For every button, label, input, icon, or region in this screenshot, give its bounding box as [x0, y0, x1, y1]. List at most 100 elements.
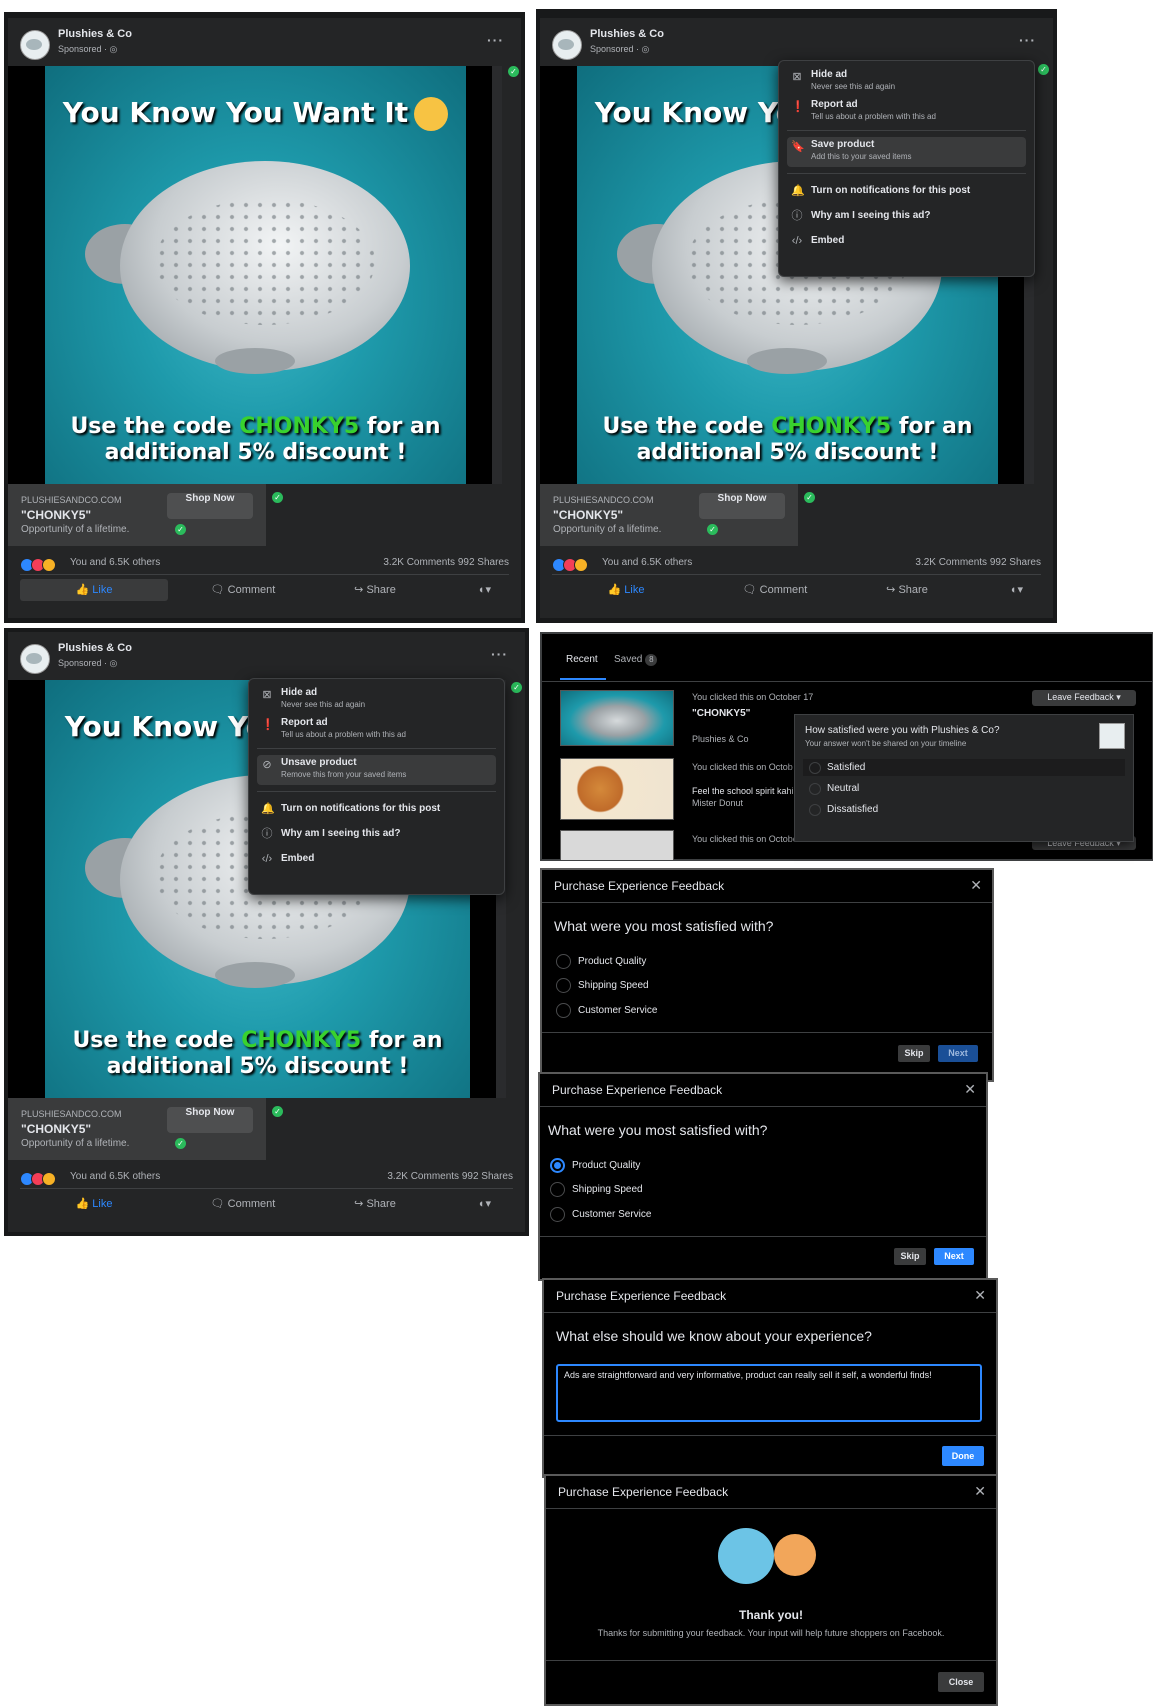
menu-item-report-ad[interactable]: ❗ Report ad Tell us about a problem with t… — [257, 715, 496, 743]
menu-item-save-product[interactable]: 🔖 Save product Add this to your saved item… — [787, 137, 1026, 167]
radio-product-quality[interactable] — [556, 954, 571, 969]
reaction-picker-button[interactable]: ◐▾ — [465, 579, 505, 601]
skip-button[interactable]: Skip — [898, 1045, 930, 1062]
leave-feedback-button[interactable]: Leave Feedback ▾ — [1032, 690, 1136, 706]
option-label[interactable]: Customer Service — [572, 1209, 651, 1220]
shop-now-button[interactable]: Shop Now — [167, 493, 253, 519]
comment-button[interactable]: 🗨 Comment — [188, 579, 298, 601]
option-dissatisfied[interactable]: Dissatisfied — [803, 801, 1125, 818]
menu-item-why-ad[interactable]: ⓘ Why am I seeing this ad? — [787, 206, 1026, 234]
ad-image[interactable]: You Know You Want It Use the code CHONKY… — [8, 66, 502, 484]
next-button[interactable]: Next — [934, 1248, 974, 1265]
comment-button[interactable]: 🗨 Comment — [720, 579, 830, 601]
option-label[interactable]: Customer Service — [578, 1005, 657, 1016]
menu-item-notifications[interactable]: 🔔 Turn on notifications for this post — [787, 181, 1026, 209]
more-options-icon[interactable]: ··· — [487, 32, 504, 48]
saved-count-badge: 8 — [645, 654, 658, 666]
experience-textarea[interactable]: Ads are straightforward and very informa… — [556, 1364, 982, 1422]
menu-item-unsave-product[interactable]: ⊘ Unsave product Remove this from your sav… — [257, 755, 496, 785]
close-icon[interactable]: ✕ — [964, 1081, 976, 1098]
reaction-icons[interactable] — [20, 1170, 56, 1186]
menu-item-embed[interactable]: ‹/› Embed — [787, 231, 1026, 259]
tab-recent-underline — [560, 678, 606, 680]
page-name[interactable]: Plushies & Co — [58, 642, 132, 654]
page-name[interactable]: Plushies & Co — [590, 28, 664, 40]
engagement-counts[interactable]: 3.2K Comments 992 Shares — [915, 557, 1041, 568]
radio-product-quality[interactable] — [550, 1158, 565, 1173]
cta-card[interactable]: PLUSHIESANDCO.COM "CHONKY5" Opportunity … — [540, 484, 798, 546]
like-button[interactable]: 👍 Like — [20, 1193, 168, 1215]
feedback-modal-thanks: Purchase Experience Feedback ✕ Thank you!… — [544, 1474, 998, 1706]
history-item-source[interactable]: Mister Donut — [692, 798, 743, 808]
cta-card[interactable]: PLUSHIESANDCO.COM "CHONKY5" Opportunity … — [8, 1098, 266, 1160]
menu-item-notifications[interactable]: 🔔 Turn on notifications for this post — [257, 799, 496, 827]
tab-saved-label: Saved — [614, 654, 643, 665]
share-button[interactable]: ↪ Share — [330, 1193, 420, 1215]
reactions-count[interactable]: You and 6.5K others — [70, 1171, 160, 1182]
ad-post: Plushies & Co Sponsored · ◎ ··· You Know… — [8, 632, 525, 1232]
menu-item-report-ad[interactable]: ❗ Report ad Tell us about a problem with t… — [787, 97, 1026, 125]
share-button[interactable]: ↪ Share — [330, 579, 420, 601]
reactions-count[interactable]: You and 6.5K others — [70, 557, 160, 568]
radio-shipping-speed[interactable] — [556, 978, 571, 993]
bookmark-icon: 🔖 — [791, 141, 805, 153]
shop-now-button[interactable]: Shop Now — [699, 493, 785, 519]
tab-recent[interactable]: Recent — [566, 654, 598, 665]
close-icon[interactable]: ✕ — [974, 1483, 986, 1500]
more-options-icon[interactable]: ··· — [491, 646, 508, 662]
reaction-icons[interactable] — [552, 556, 588, 572]
option-satisfied[interactable]: Satisfied — [803, 759, 1125, 776]
reaction-icons[interactable] — [20, 556, 56, 572]
page-name[interactable]: Plushies & Co — [58, 28, 132, 40]
menu-item-why-ad[interactable]: ⓘ Why am I seeing this ad? — [257, 824, 496, 852]
shop-now-button[interactable]: Shop Now — [167, 1107, 253, 1133]
next-button[interactable]: Next — [938, 1045, 978, 1062]
like-button[interactable]: 👍 Like — [20, 579, 168, 601]
radio-customer-service[interactable] — [556, 1003, 571, 1018]
reactions-count[interactable]: You and 6.5K others — [602, 557, 692, 568]
history-item-title[interactable]: Feel the school spirit kahi — [692, 786, 794, 796]
report-icon: ❗ — [791, 101, 805, 113]
page-avatar[interactable] — [20, 644, 50, 674]
scrollbar[interactable] — [492, 66, 502, 484]
skip-button[interactable]: Skip — [894, 1248, 926, 1265]
close-button[interactable]: Close — [938, 1672, 984, 1692]
cta-title: "CHONKY5" — [553, 508, 624, 522]
option-label[interactable]: Product Quality — [578, 956, 646, 967]
row-thumbnail-donut[interactable] — [560, 758, 674, 820]
menu-item-hide-ad[interactable]: ⊠ Hide ad Never see this ad again — [787, 67, 1026, 95]
reaction-picker-button[interactable]: ◐▾ — [997, 579, 1037, 601]
radio-customer-service[interactable] — [550, 1207, 565, 1222]
tab-saved[interactable]: Saved 8 — [614, 654, 658, 666]
more-options-icon[interactable]: ··· — [1019, 32, 1036, 48]
like-button[interactable]: 👍 Like — [552, 579, 700, 601]
done-button[interactable]: Done — [942, 1446, 984, 1466]
engagement-counts[interactable]: 3.2K Comments 992 Shares — [387, 1171, 513, 1182]
radio-icon — [809, 804, 821, 816]
comment-button[interactable]: 🗨 Comment — [188, 1193, 298, 1215]
option-label[interactable]: Shipping Speed — [578, 980, 649, 991]
option-label: Dissatisfied — [827, 804, 879, 815]
option-neutral[interactable]: Neutral — [803, 780, 1125, 797]
close-icon[interactable]: ✕ — [970, 877, 982, 894]
page-avatar[interactable] — [20, 30, 50, 60]
reaction-picker-button[interactable]: ◐▾ — [465, 1193, 505, 1215]
close-icon[interactable]: ✕ — [974, 1287, 986, 1304]
option-label: Neutral — [827, 783, 860, 794]
row-thumbnail[interactable] — [560, 830, 674, 860]
cta-card[interactable]: PLUSHIESANDCO.COM "CHONKY5" Opportunity … — [8, 484, 266, 546]
option-label[interactable]: Product Quality — [572, 1160, 640, 1171]
menu-item-title: Hide ad — [811, 69, 848, 80]
seal-tail — [747, 348, 827, 374]
history-item-title[interactable]: "CHONKY5" — [692, 708, 750, 719]
row-thumbnail-seal[interactable] — [560, 690, 674, 746]
menu-item-hide-ad[interactable]: ⊠ Hide ad Never see this ad again — [257, 685, 496, 713]
history-item-source[interactable]: Plushies & Co — [692, 734, 749, 744]
option-label[interactable]: Shipping Speed — [572, 1184, 643, 1195]
radio-shipping-speed[interactable] — [550, 1182, 565, 1197]
feedback-illustration — [718, 1528, 828, 1594]
page-avatar[interactable] — [552, 30, 582, 60]
share-button[interactable]: ↪ Share — [862, 579, 952, 601]
menu-item-embed[interactable]: ‹/› Embed — [257, 849, 496, 877]
engagement-counts[interactable]: 3.2K Comments 992 Shares — [383, 557, 509, 568]
